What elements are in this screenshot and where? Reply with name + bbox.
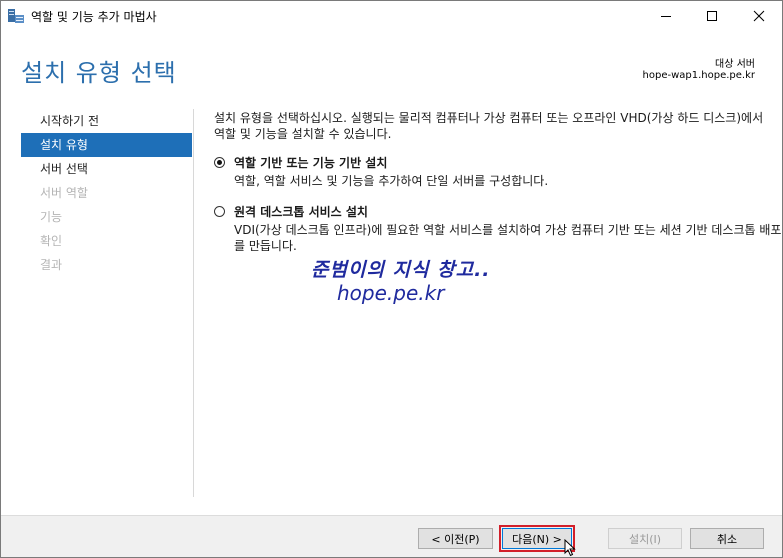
window-title: 역할 및 기능 추가 마법사 [31,10,157,24]
nav-item-results: 결과 [40,258,63,272]
nav-item-confirmation: 확인 [40,234,63,248]
nav-item-before-you-begin[interactable]: 시작하기 전 [21,109,192,133]
wizard-nav: 시작하기 전 설치 유형 서버 선택 서버 역할 기능 확인 결과 [21,109,192,277]
intro-text: 설치 유형을 선택하십시오. 실행되는 물리적 컴퓨터나 가상 컴퓨터 또는 오… [214,111,764,141]
watermark-text: 준범이의 지식 창고.. [311,259,491,281]
server-manager-icon [7,8,25,24]
nav-item-installation-type[interactable]: 설치 유형 [21,133,192,157]
mouse-cursor-icon [564,538,577,557]
option-title[interactable]: 원격 데스크톱 서비스 설치 [234,204,782,220]
option-role-based[interactable]: 역할 기반 또는 기능 기반 설치 역할, 역할 서비스 및 기능을 추가하여 … [214,155,782,189]
nav-divider [193,109,194,497]
target-server-label: 대상 서버 [715,59,755,70]
minimize-icon [661,16,671,17]
maximize-icon [707,11,717,21]
watermark-url: hope.pe.kr [337,281,445,305]
option-remote-desktop[interactable]: 원격 데스크톱 서비스 설치 VDI(가상 데스크톱 인프라)에 필요한 역할 … [214,204,782,254]
wizard-footer: < 이전(P) 다음(N) > 설치(I) 취소 [1,515,782,557]
radio-role-based[interactable] [214,157,225,168]
maximize-button[interactable] [689,1,735,31]
nav-item-server-roles: 서버 역할 [40,186,88,200]
wizard-header: 설치 유형 선택 대상 서버 hope-wap1.hope.pe.kr [1,31,782,107]
option-description: 역할, 역할 서비스 및 기능을 추가하여 단일 서버를 구성합니다. [234,174,549,188]
wizard-window: 역할 및 기능 추가 마법사 설치 유형 선택 대상 서버 hope-wap1.… [0,0,783,558]
nav-item-server-selection[interactable]: 서버 선택 [21,157,192,181]
page-title: 설치 유형 선택 [21,59,177,87]
nav-item-features: 기능 [40,210,63,224]
close-icon [753,10,765,22]
content-pane: 설치 유형을 선택하십시오. 실행되는 물리적 컴퓨터나 가상 컴퓨터 또는 오… [214,110,781,253]
cancel-button[interactable]: 취소 [690,528,764,549]
next-button[interactable]: 다음(N) > [499,525,575,552]
close-button[interactable] [736,1,782,31]
option-description: VDI(가상 데스크톱 인프라)에 필요한 역할 서비스를 설치하여 가상 컴퓨… [234,223,782,253]
minimize-button[interactable] [643,1,689,31]
radio-remote-desktop[interactable] [214,206,225,217]
install-button: 설치(I) [608,528,682,549]
previous-button[interactable]: < 이전(P) [418,528,493,549]
option-title[interactable]: 역할 기반 또는 기능 기반 설치 [234,155,782,171]
target-server-value: hope-wap1.hope.pe.kr [642,70,755,81]
title-bar[interactable]: 역할 및 기능 추가 마법사 [1,1,782,31]
